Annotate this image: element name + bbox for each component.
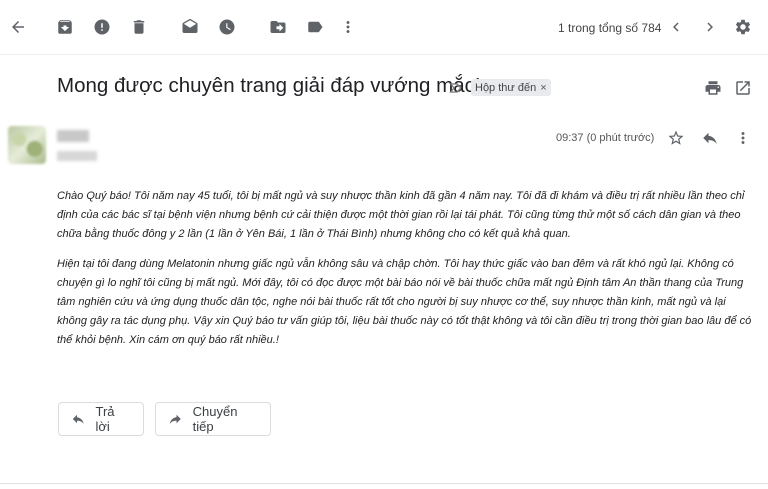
mark-unread-icon[interactable] [177, 14, 203, 40]
email-subject: Mong được chuyên trang giải đáp vướng mắ… [57, 74, 481, 97]
pager-text: 1 trong tổng số 784 [558, 21, 662, 35]
importance-icon[interactable] [448, 80, 464, 96]
reply-arrow-icon [72, 414, 84, 424]
more-vert-icon[interactable] [730, 125, 756, 151]
label-chip-inbox[interactable]: Hộp thư đến × [471, 79, 551, 96]
forward-arrow-icon [169, 414, 181, 424]
star-icon[interactable] [663, 125, 689, 151]
reply-button[interactable]: Trả lời [58, 402, 144, 436]
delete-icon[interactable] [126, 14, 152, 40]
next-icon[interactable] [697, 14, 723, 40]
print-icon[interactable] [700, 75, 726, 101]
email-body: Chào Quý báo! Tôi năm nay 45 tuổi, tôi b… [57, 187, 753, 361]
label-chip-text: Hộp thư đến [475, 81, 537, 94]
forward-button[interactable]: Chuyển tiếp [155, 402, 271, 436]
labels-icon[interactable] [302, 14, 328, 40]
reply-button-label: Trả lời [95, 404, 115, 434]
prev-icon[interactable] [663, 14, 689, 40]
report-spam-icon[interactable] [89, 14, 115, 40]
divider [0, 483, 768, 484]
open-new-window-icon[interactable] [730, 75, 756, 101]
snooze-icon[interactable] [214, 14, 240, 40]
back-arrow-icon[interactable] [5, 14, 31, 40]
email-paragraph: Chào Quý báo! Tôi năm nay 45 tuổi, tôi b… [57, 190, 745, 240]
label-remove-icon[interactable]: × [540, 82, 546, 94]
reply-icon[interactable] [697, 125, 723, 151]
sender-name-redacted [57, 130, 89, 142]
email-paragraph: Hiện tại tôi đang dùng Melatonin nhưng g… [57, 258, 752, 346]
sender-to-redacted [57, 151, 97, 161]
avatar [8, 126, 46, 164]
move-to-icon[interactable] [265, 14, 291, 40]
forward-button-label: Chuyển tiếp [192, 404, 238, 434]
more-icon[interactable] [335, 14, 361, 40]
settings-icon[interactable] [730, 14, 756, 40]
email-time: 09:37 (0 phút trước) [556, 132, 655, 144]
archive-icon[interactable] [52, 14, 78, 40]
toolbar: 1 trong tổng số 784 [0, 0, 768, 55]
